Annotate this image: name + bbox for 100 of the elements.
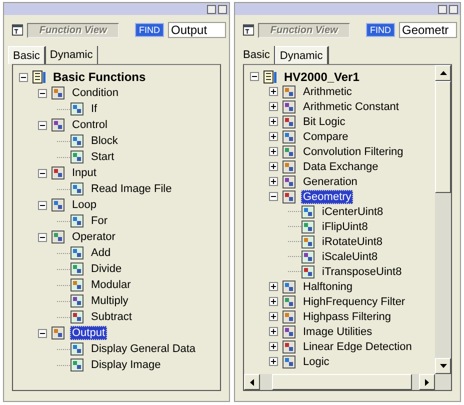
- collapse-toggle[interactable]: [269, 192, 278, 201]
- tree-item[interactable]: Condition: [70, 86, 120, 100]
- tree-item[interactable]: Basic Functions: [51, 69, 148, 85]
- function-block-icon: [70, 262, 84, 276]
- scroll-left-button[interactable]: [244, 374, 260, 390]
- tree-item[interactable]: Image Utilities: [301, 324, 374, 338]
- tree-item[interactable]: Arithmetic: [301, 84, 354, 98]
- tree-item[interactable]: iRotateUint8: [320, 234, 385, 248]
- function-block-icon: [282, 340, 296, 354]
- document-icon: [263, 70, 277, 84]
- window-icon[interactable]: [243, 24, 254, 36]
- tree-item[interactable]: If: [89, 102, 100, 116]
- tree-item[interactable]: Arithmetic Constant: [301, 100, 401, 114]
- restore-button[interactable]: [207, 4, 216, 14]
- collapse-toggle[interactable]: [38, 200, 47, 210]
- function-block-icon: [70, 358, 84, 372]
- tree-item[interactable]: Geometry: [301, 190, 354, 204]
- expand-toggle[interactable]: [269, 297, 278, 306]
- expand-toggle[interactable]: [269, 102, 278, 111]
- tree-item[interactable]: iCenterUint8: [320, 204, 386, 218]
- function-block-icon: [282, 160, 296, 174]
- tree-item[interactable]: iScaleUint8: [320, 250, 380, 264]
- expand-toggle[interactable]: [269, 357, 278, 366]
- search-field[interactable]: Output: [168, 22, 226, 38]
- tree-item[interactable]: Divide: [89, 262, 124, 276]
- function-block-icon: [70, 342, 84, 356]
- function-block-icon: [301, 220, 315, 234]
- tree-item[interactable]: For: [89, 214, 110, 228]
- tree-item[interactable]: Input: [70, 166, 98, 180]
- tree-item[interactable]: Convolution Filtering: [301, 144, 406, 158]
- expand-toggle[interactable]: [269, 87, 278, 96]
- tree-item[interactable]: iTransposeUint8: [320, 264, 404, 278]
- tree-item[interactable]: HighFrequency Filter: [301, 294, 408, 308]
- tree-item[interactable]: Subtract: [89, 310, 134, 324]
- left-arrow-icon: [250, 378, 254, 386]
- tree-item[interactable]: Add: [89, 246, 113, 260]
- tree-item[interactable]: Bit Logic: [301, 114, 348, 128]
- scroll-down-button[interactable]: [435, 358, 451, 374]
- close-button[interactable]: [218, 4, 227, 14]
- tree-item[interactable]: Logic: [301, 354, 332, 368]
- collapse-toggle[interactable]: [38, 168, 47, 178]
- collapse-toggle[interactable]: [250, 72, 259, 81]
- collapse-toggle[interactable]: [19, 72, 28, 82]
- collapse-toggle[interactable]: [38, 88, 47, 98]
- tree-item[interactable]: Compare: [301, 130, 350, 144]
- tree-item[interactable]: Block: [89, 134, 120, 148]
- function-block-icon: [51, 86, 65, 100]
- find-label[interactable]: FIND: [135, 23, 164, 37]
- collapse-toggle[interactable]: [38, 232, 47, 242]
- tree-item[interactable]: Control: [70, 118, 110, 132]
- find-label[interactable]: FIND: [366, 23, 395, 37]
- restore-button[interactable]: [438, 4, 447, 14]
- tree-item[interactable]: Linear Edge Detection: [301, 340, 414, 354]
- function-block-icon: [70, 310, 84, 324]
- search-field[interactable]: Geometr: [399, 22, 457, 38]
- tree-item[interactable]: Output: [70, 326, 108, 340]
- function-block-icon: [51, 118, 65, 132]
- collapse-toggle[interactable]: [38, 328, 47, 338]
- function-block-icon: [51, 230, 65, 244]
- tab[interactable]: Dynamic: [274, 46, 329, 64]
- tab[interactable]: Basic: [8, 46, 46, 64]
- tree-item[interactable]: iFlipUint8: [320, 220, 370, 234]
- tree-item[interactable]: Generation: [301, 174, 360, 188]
- scroll-up-button[interactable]: [435, 65, 451, 81]
- function-block-icon: [282, 354, 296, 368]
- tree-item[interactable]: Read Image File: [89, 182, 174, 196]
- expand-toggle[interactable]: [269, 282, 278, 291]
- scrollbar-thumb[interactable]: [272, 374, 412, 390]
- function-block-icon: [282, 174, 296, 188]
- expand-toggle[interactable]: [269, 312, 278, 321]
- tree-item[interactable]: Display Image: [89, 358, 163, 372]
- tree-item[interactable]: Halftoning: [301, 280, 355, 294]
- function-block-icon: [301, 264, 315, 278]
- expand-toggle[interactable]: [269, 327, 278, 336]
- tree-item[interactable]: Display General Data: [89, 342, 198, 356]
- tree-item[interactable]: Highpass Filtering: [301, 310, 394, 324]
- window-icon[interactable]: [12, 24, 24, 36]
- expand-toggle[interactable]: [269, 162, 278, 171]
- tree-item[interactable]: Loop: [70, 198, 98, 212]
- tree-item[interactable]: Operator: [70, 230, 118, 244]
- tree-item[interactable]: Start: [89, 150, 116, 164]
- right-arrow-icon: [425, 378, 429, 386]
- function-block-icon: [282, 84, 296, 98]
- function-block-icon: [70, 102, 84, 116]
- expand-toggle[interactable]: [269, 117, 278, 126]
- tree-item[interactable]: Modular: [89, 278, 133, 292]
- scrollbar-thumb[interactable]: [435, 81, 451, 193]
- function-block-icon: [70, 278, 84, 292]
- tree-item[interactable]: Data Exchange: [301, 160, 380, 174]
- collapse-toggle[interactable]: [38, 120, 47, 130]
- function-block-icon: [282, 100, 296, 114]
- tree-item[interactable]: Multiply: [89, 294, 130, 308]
- expand-toggle[interactable]: [269, 342, 278, 351]
- expand-toggle[interactable]: [269, 177, 278, 186]
- tree-item[interactable]: HV2000_Ver1: [282, 68, 362, 84]
- expand-toggle[interactable]: [269, 132, 278, 141]
- function-block-icon: [70, 182, 84, 196]
- expand-toggle[interactable]: [269, 147, 278, 156]
- scroll-right-button[interactable]: [419, 374, 435, 390]
- close-button[interactable]: [449, 4, 458, 14]
